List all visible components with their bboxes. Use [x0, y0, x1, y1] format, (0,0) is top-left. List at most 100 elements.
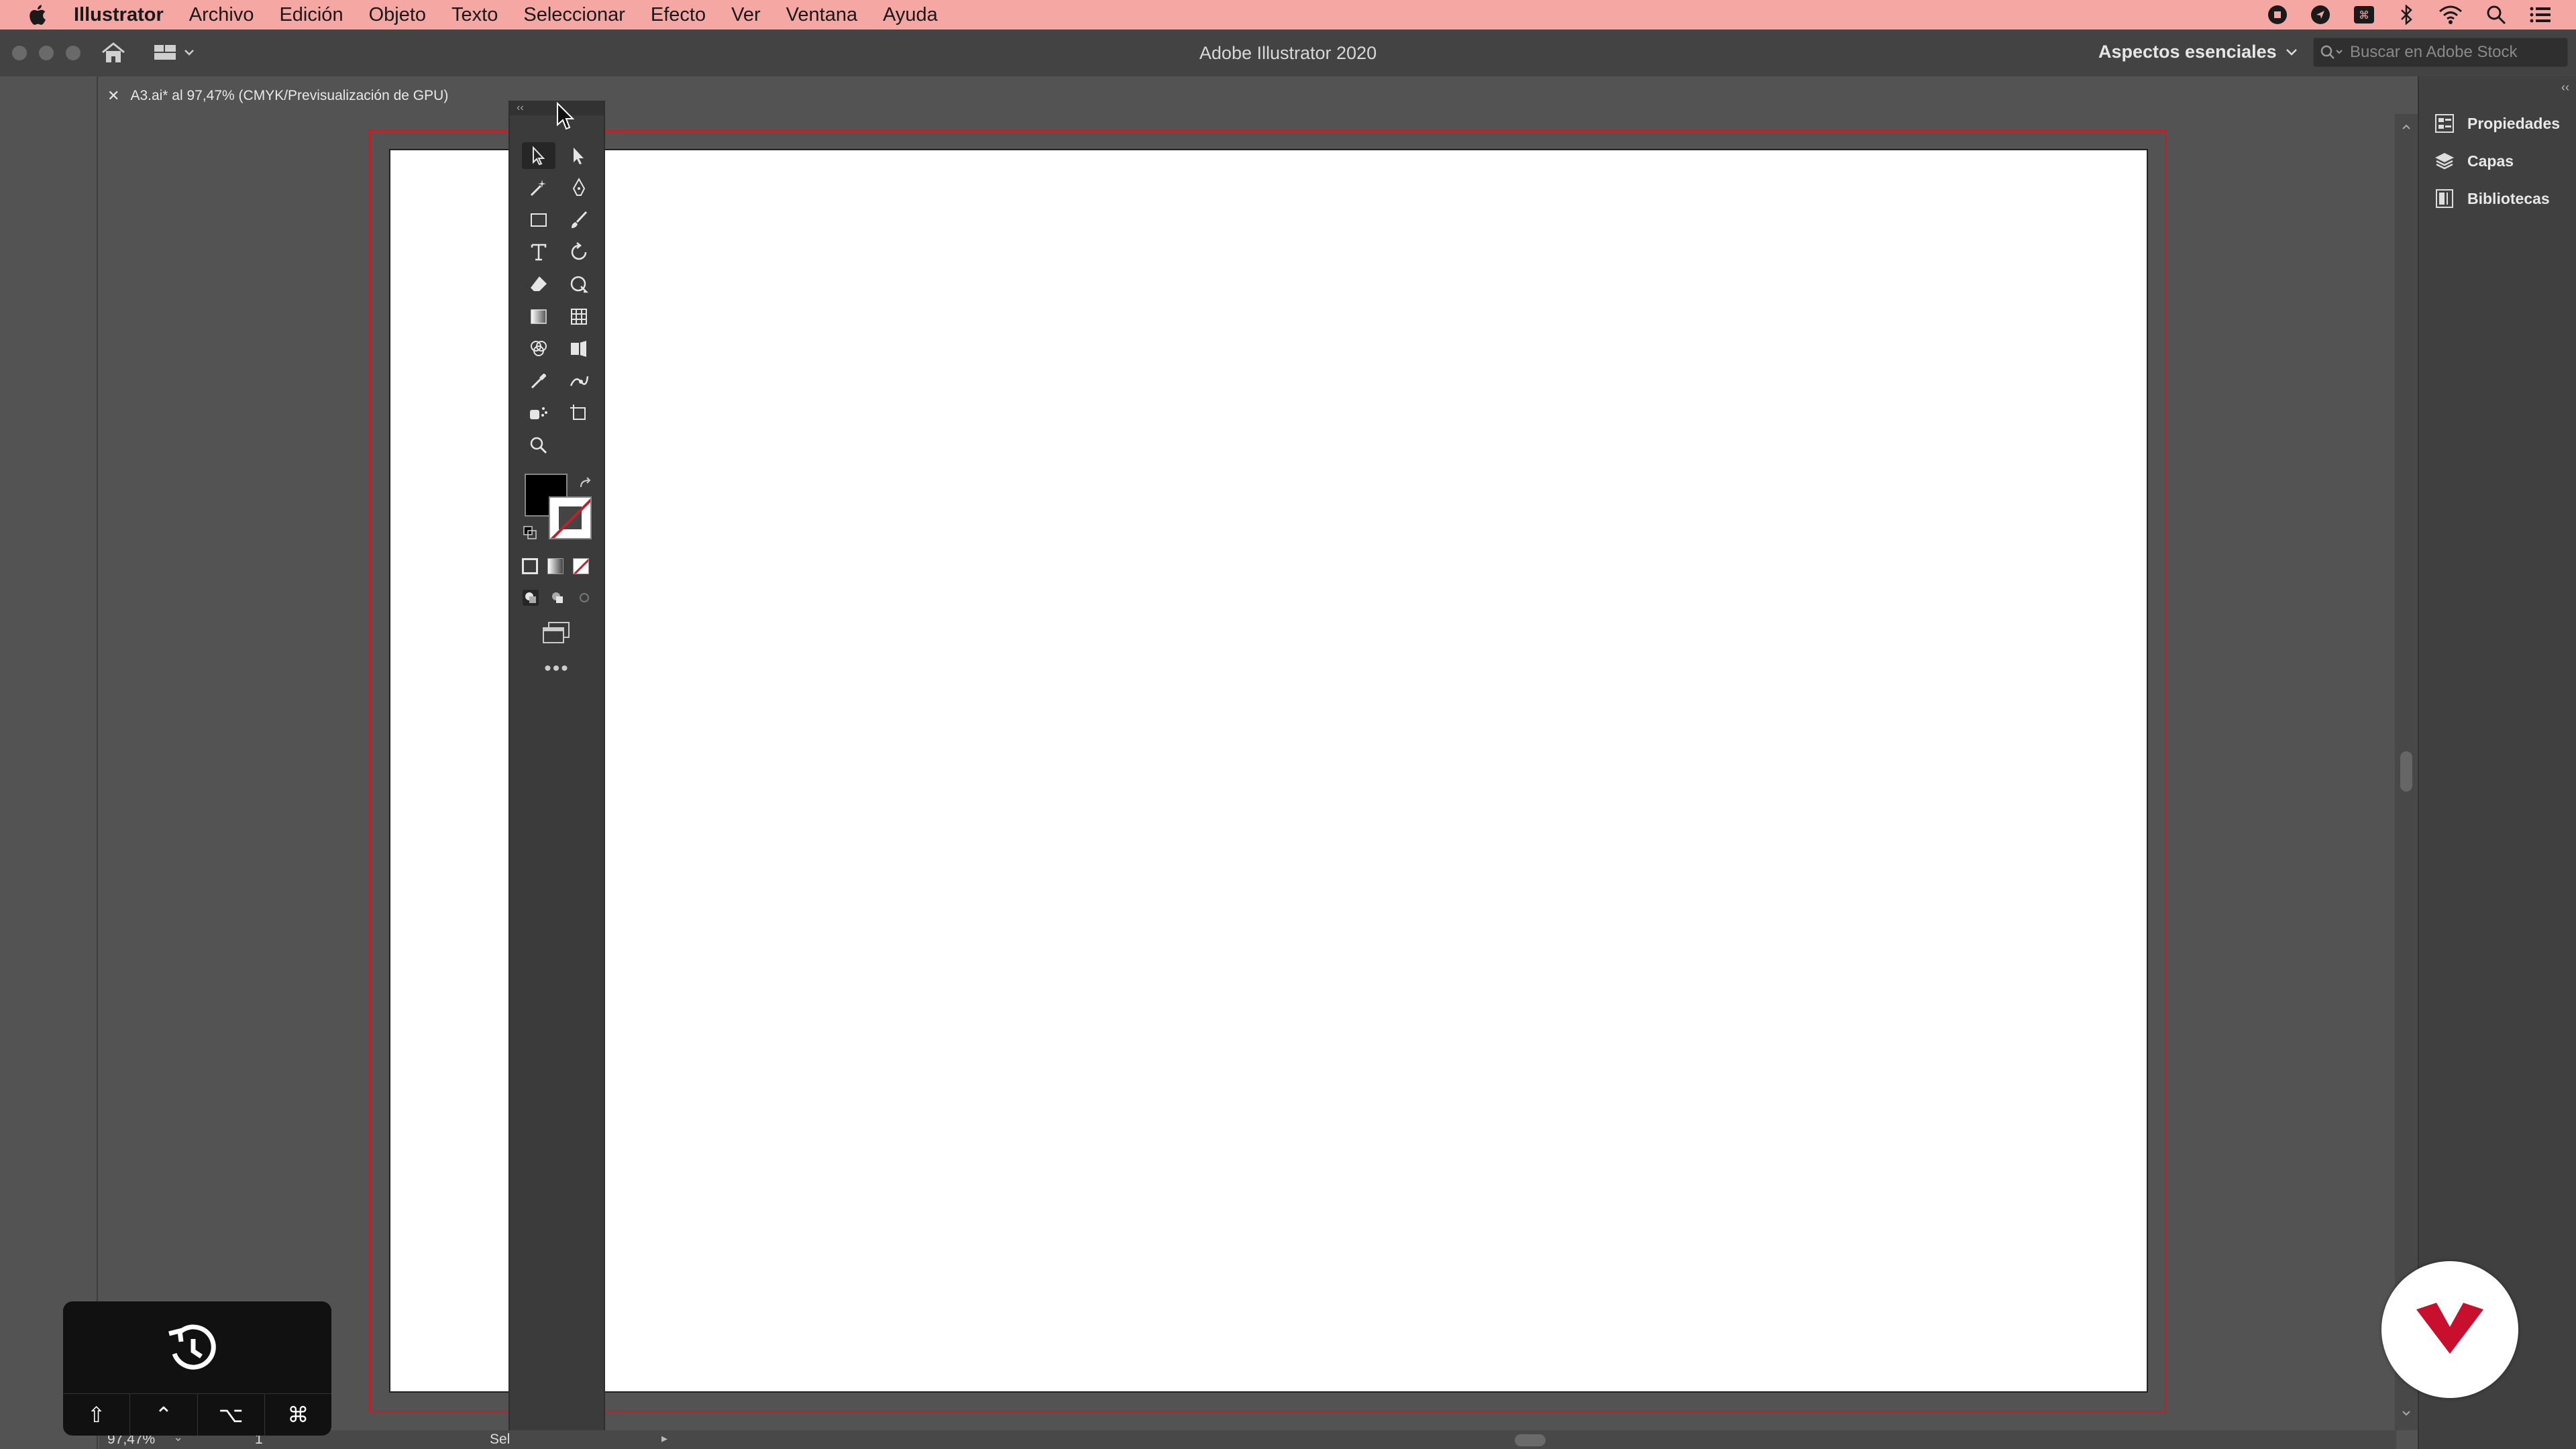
paintbrush-icon [572, 211, 588, 228]
mesh-grid-icon [571, 309, 587, 325]
libraries-icon [2436, 189, 2453, 208]
status-bar: 97,47% ⌄ 1 Sel ▸ [99, 1430, 2396, 1449]
brand-badge[interactable] [2381, 1261, 2518, 1398]
menu-ver[interactable]: Ver [731, 4, 761, 26]
scroll-up-icon[interactable] [2402, 123, 2411, 130]
draw-normal-button[interactable] [522, 589, 539, 606]
draw-behind-button[interactable] [549, 589, 566, 606]
edit-toolbar-button[interactable]: ••• [510, 657, 604, 680]
shift-key: ⇧ [63, 1394, 131, 1436]
selection-tool[interactable] [522, 142, 555, 169]
type-tool[interactable] [522, 239, 555, 266]
warp-tool[interactable] [562, 271, 596, 298]
menu-ventana[interactable]: Ventana [786, 4, 857, 26]
stroke-swatch[interactable] [549, 496, 592, 539]
symbol-sprayer-tool[interactable] [522, 400, 555, 427]
scroll-down-icon[interactable] [2402, 1410, 2411, 1417]
status-icons: ⌘ [2267, 0, 2552, 30]
perspective-grid-tool[interactable] [562, 335, 596, 362]
document-tab-title: A3.ai* al 97,47% (CMYK/Previsualización … [130, 88, 449, 103]
eyedropper-tool[interactable] [522, 368, 555, 394]
artboard[interactable] [389, 149, 2148, 1393]
rotate-icon [571, 242, 587, 260]
panel-bibliotecas[interactable]: Bibliotecas [2434, 185, 2550, 212]
menu-app-name[interactable]: Illustrator [74, 4, 164, 26]
mouse-cursor-icon [557, 102, 574, 130]
rotate-tool[interactable] [562, 239, 596, 266]
apple-icon[interactable] [27, 3, 47, 26]
default-fill-stroke-icon[interactable] [523, 526, 537, 539]
panel-label: Capas [2467, 152, 2514, 170]
pen-tool[interactable] [562, 174, 596, 201]
left-dock-strip [0, 76, 98, 1449]
wifi-icon[interactable] [2438, 5, 2463, 25]
draw-inside-button[interactable] [576, 589, 593, 606]
rectangle-tool[interactable] [522, 207, 555, 233]
draw-inside-icon [580, 593, 589, 602]
svg-text:⌘: ⌘ [2359, 9, 2369, 21]
keyboard-shortcut-icon[interactable]: ⌘ [2353, 5, 2375, 24]
vertical-scrollbar[interactable] [2395, 114, 2418, 1430]
none-slash-icon [574, 559, 588, 574]
magic-wand-tool[interactable] [522, 174, 555, 201]
menu-seleccionar[interactable]: Seleccionar [523, 4, 625, 26]
canvas-area[interactable] [99, 114, 2396, 1430]
bluetooth-icon[interactable] [2398, 5, 2415, 25]
menu-texto[interactable]: Texto [451, 4, 498, 26]
color-mode-buttons [522, 558, 589, 574]
puppet-warp-tool[interactable] [562, 368, 596, 394]
search-icon [2320, 45, 2343, 59]
color-mode-button[interactable] [522, 558, 538, 574]
chevron-down-icon [2286, 48, 2297, 56]
document-tab[interactable]: ✕ A3.ai* al 97,47% (CMYK/Previsualizació… [99, 79, 488, 113]
menu-efecto[interactable]: Efecto [651, 4, 706, 26]
vertical-scroll-thumb[interactable] [2400, 751, 2412, 792]
eraser-tool[interactable] [522, 271, 555, 298]
fill-stroke-control [517, 474, 597, 547]
eyedropper-icon [531, 374, 546, 389]
draw-mode-buttons [522, 589, 593, 606]
menu-ayuda[interactable]: Ayuda [883, 4, 938, 26]
perspective-grid-icon [571, 341, 586, 357]
menu-objeto[interactable]: Objeto [369, 4, 426, 26]
magic-wand-icon [530, 180, 546, 197]
mesh-tool[interactable] [562, 303, 596, 330]
search-icon[interactable] [2486, 5, 2506, 25]
swap-fill-stroke-icon[interactable] [578, 476, 594, 492]
keystroke-overlay: ⇧ ⌃ ⌥ ⌘ [63, 1301, 331, 1436]
tools-grid [522, 142, 602, 459]
workspace-switcher[interactable]: Aspectos esenciales [2098, 42, 2298, 62]
zoom-icon [530, 437, 547, 454]
panel-capas[interactable]: Capas [2434, 148, 2514, 174]
panel-label: Propiedades [2467, 114, 2561, 132]
zoom-tool[interactable] [522, 432, 555, 459]
change-screen-mode-icon[interactable] [542, 621, 572, 644]
close-tab-icon[interactable]: ✕ [107, 87, 119, 105]
gradient-tool[interactable] [522, 303, 555, 330]
panel-propiedades[interactable]: Propiedades [2434, 110, 2560, 137]
menu-edicion[interactable]: Edición [279, 4, 343, 26]
menu-archivo[interactable]: Archivo [189, 4, 254, 26]
artboard-tool[interactable] [562, 400, 596, 427]
stock-search-input[interactable] [2349, 42, 2566, 62]
location-arrow-icon[interactable] [2310, 5, 2330, 25]
collapse-dock-icon[interactable]: ‹‹ [2561, 80, 2569, 95]
record-icon[interactable] [2267, 5, 2288, 25]
none-mode-button[interactable] [573, 558, 589, 574]
notification-list-icon[interactable] [2529, 5, 2552, 24]
control-key: ⌃ [130, 1394, 198, 1436]
draw-behind-icon [552, 592, 563, 603]
draw-normal-icon [523, 590, 539, 606]
selection-arrow-icon [533, 146, 545, 166]
horizontal-scroll-thumb[interactable] [1515, 1434, 1546, 1446]
shape-builder-tool[interactable] [522, 335, 555, 362]
direct-selection-tool[interactable] [562, 142, 596, 169]
shape-builder-icon [531, 341, 547, 356]
gradient-mode-button[interactable] [547, 558, 564, 574]
status-menu-arrow-icon[interactable]: ▸ [661, 1432, 667, 1446]
paintbrush-tool[interactable] [562, 207, 596, 233]
right-panel-dock: ‹‹ Propiedades Capas Bibliotecas [2418, 76, 2576, 1449]
adobe-stock-search[interactable] [2313, 38, 2568, 67]
direct-selection-arrow-icon [574, 148, 584, 164]
type-icon [531, 244, 547, 261]
